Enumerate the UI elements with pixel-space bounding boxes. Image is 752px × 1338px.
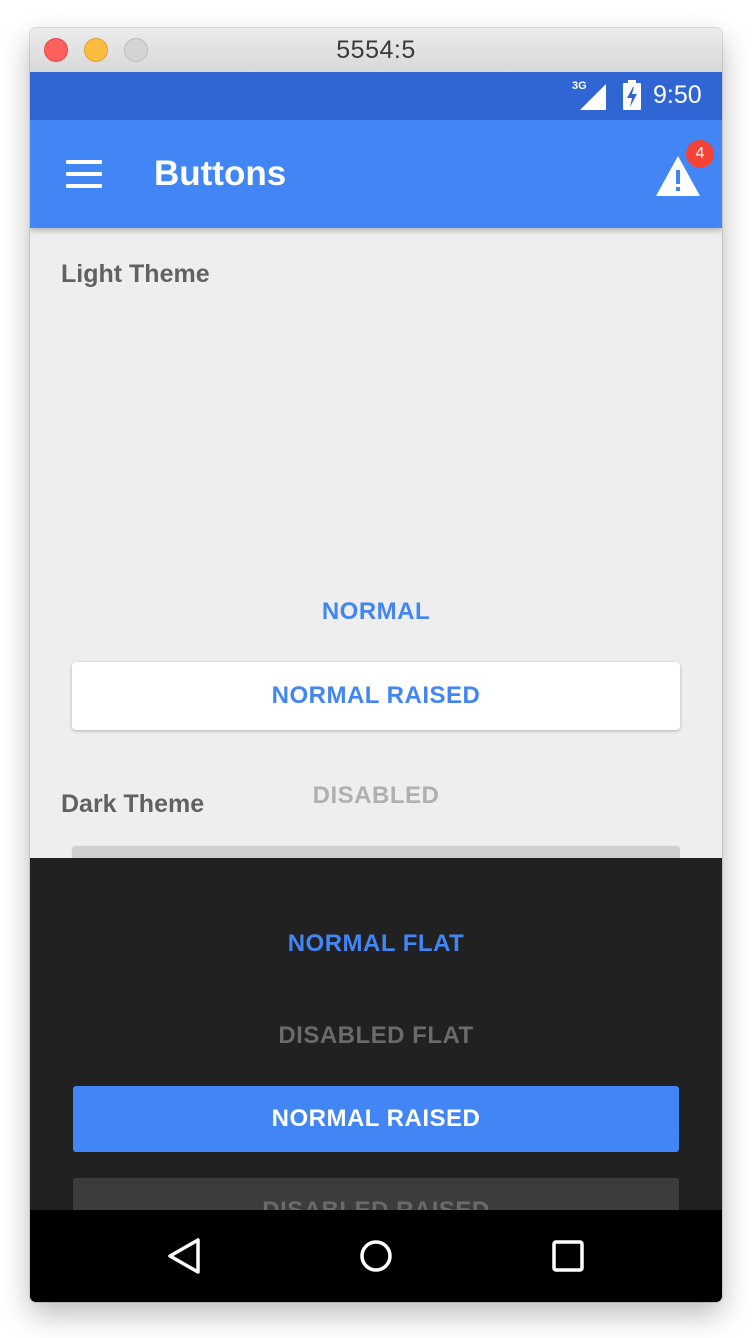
dark-normal-flat-button[interactable]: NORMAL FLAT xyxy=(72,920,680,968)
android-navigation-bar xyxy=(30,1210,722,1302)
hamburger-menu-button[interactable] xyxy=(62,158,102,190)
app-toolbar: Buttons 4 xyxy=(30,120,722,228)
home-circle-icon[interactable] xyxy=(352,1232,400,1280)
window-title: 5554:5 xyxy=(336,36,416,64)
dark-disabled-raised-button: DISABLED RAISED xyxy=(73,1178,679,1210)
battery-charging-icon xyxy=(623,80,641,110)
page-title: Buttons xyxy=(154,154,287,193)
main-content: Light Theme NORMAL NORMAL RAISED DISABLE… xyxy=(30,228,722,1210)
menu-icon-bar xyxy=(66,172,102,176)
back-triangle-icon[interactable] xyxy=(160,1232,208,1280)
normal-raised-button[interactable]: NORMAL RAISED xyxy=(72,662,680,730)
android-status-bar: 3G 9:50 xyxy=(30,72,722,120)
emulator-window: 5554:5 3G 9:50 Buttons 4 Light Theme NOR… xyxy=(30,28,722,1302)
notification-badge: 4 xyxy=(686,140,714,168)
recents-square-icon[interactable] xyxy=(544,1232,592,1280)
menu-icon-bar xyxy=(66,184,102,188)
light-theme-heading: Light Theme xyxy=(61,260,210,288)
menu-icon-bar xyxy=(66,160,102,164)
dark-normal-raised-button[interactable]: NORMAL RAISED xyxy=(73,1086,679,1152)
dark-theme-panel: NORMAL FLAT DISABLED FLAT NORMAL RAISED … xyxy=(30,858,722,1210)
signal-icon xyxy=(580,84,606,110)
normal-flat-button[interactable]: NORMAL xyxy=(72,588,680,636)
status-clock: 9:50 xyxy=(653,81,702,109)
dark-disabled-flat-button: DISABLED FLAT xyxy=(278,1022,474,1049)
window-titlebar: 5554:5 xyxy=(30,28,722,73)
dark-theme-heading: Dark Theme xyxy=(61,790,205,818)
